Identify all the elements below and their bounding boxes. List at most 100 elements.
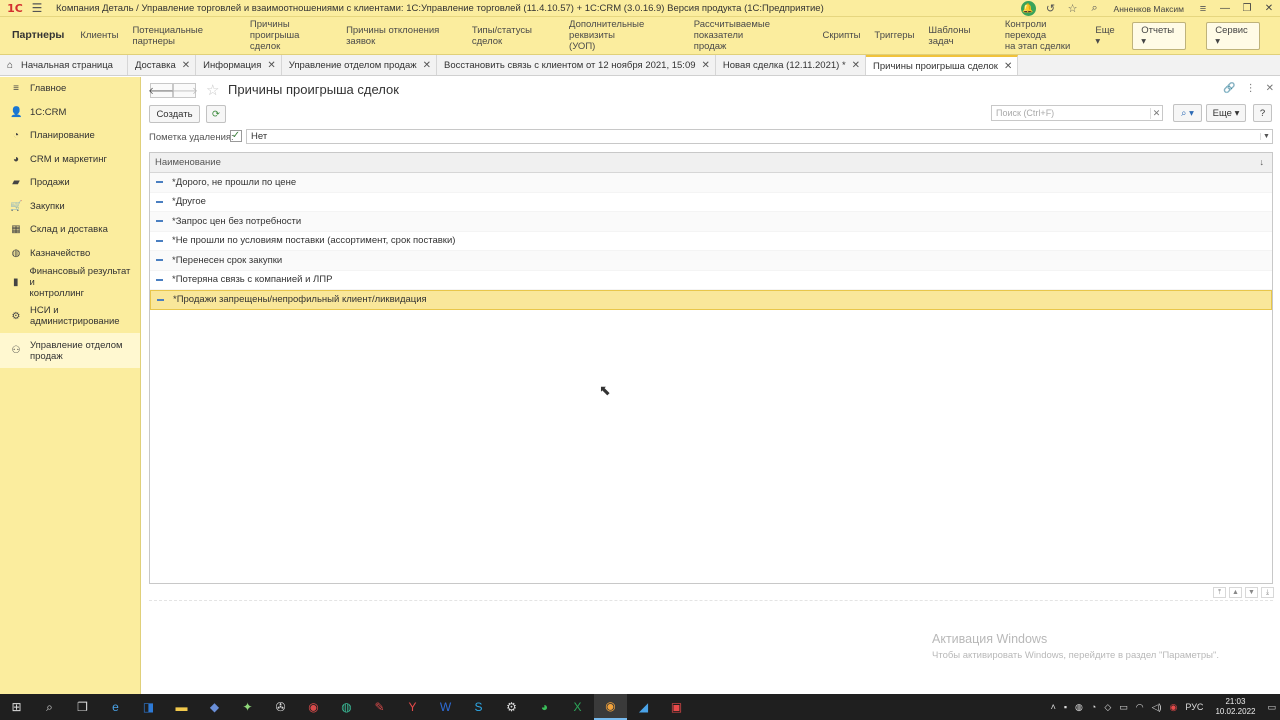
tab-6[interactable]: Причины проигрыша сделок ✕ [866,55,1019,75]
nav-item-2[interactable]: Потенциальные партнеры [125,25,242,47]
back-arrow-icon[interactable]: 🡐 [148,83,175,98]
volume-icon[interactable]: ◁) [1148,702,1166,713]
sidebar-item-6[interactable]: ▦ Склад и доставка [0,218,140,242]
language-indicator[interactable]: РУС [1181,702,1207,712]
sidebar-item-0[interactable]: ≡ Главное [0,77,140,101]
service-button[interactable]: Сервис ▾ [1206,21,1260,50]
nav-item-3[interactable]: Причины проигрыша сделок [243,19,339,52]
close-tab-icon[interactable]: ✕ [702,60,710,71]
deletion-mark-select[interactable]: Нет ▼ [246,129,1273,144]
sidebar-item-4[interactable]: ▰ Продажи [0,171,140,195]
sidebar-item-2[interactable]: ◔ Планирование [0,124,140,148]
notifications-icon[interactable]: ▭ [1263,702,1280,713]
table-row[interactable]: *Запрос цен без потребности [150,212,1272,232]
favorites-star-icon[interactable]: ☆ [1062,0,1084,17]
app-icon-1[interactable]: ◆ [198,694,231,720]
scroll-bottom-icon[interactable]: ⤓ [1261,587,1274,598]
table-row[interactable]: *Перенесен срок закупки [150,251,1272,271]
search-icon[interactable]: ⌕ [1084,0,1106,17]
1c-app-icon[interactable]: ◉ [594,694,627,720]
main-menu-icon[interactable]: ☰ [28,1,46,15]
refresh-icon[interactable]: ⟳ [206,105,226,123]
sidebar-item-10[interactable]: ⚇ Управление отделом продаж [0,333,140,368]
app-icon-9[interactable]: ▣ [660,694,693,720]
scroll-down-icon[interactable]: ▼ [1245,587,1258,598]
close-window-button[interactable]: ✕ [1258,0,1280,17]
tray-chevron-icon[interactable]: ˄ [1047,702,1060,712]
more-button[interactable]: Еще ▾ [1206,104,1246,122]
task-view-icon[interactable]: ❐ [66,694,99,720]
sidebar-item-3[interactable]: ◕ CRM и маркетинг [0,148,140,172]
link-icon[interactable]: 🔗 [1223,83,1235,94]
app-icon-3[interactable]: ✇ [264,694,297,720]
table-row[interactable]: *Другое [150,193,1272,212]
tray-icon-5[interactable]: ◉ [1166,702,1182,713]
sidebar-item-9[interactable]: ⚙ НСИ и администрирование [0,299,140,333]
tab-5[interactable]: Новая сделка (12.11.2021) * ✕ [715,55,867,75]
table-header[interactable]: Наименование ↓ [150,153,1272,173]
sidebar-item-1[interactable]: 👤 1С:CRM [0,101,140,125]
minimize-button[interactable]: — [1214,0,1236,17]
battery-icon[interactable]: ▭ [1115,702,1132,713]
restore-button[interactable]: ❐ [1236,0,1258,17]
word-icon[interactable]: W [429,694,462,720]
current-user[interactable]: Анненков Максим [1114,4,1184,14]
nav-item-6[interactable]: Дополнительные реквизиты (УОП) [562,19,687,52]
tray-icon-2[interactable]: ◍ [1071,702,1087,713]
search-options-button[interactable]: ⌕ ▾ [1173,104,1202,122]
excel-icon[interactable]: X [561,694,594,720]
tray-icon-4[interactable]: ◇ [1100,702,1115,713]
chevron-down-icon[interactable]: ▼ [1260,133,1272,140]
clock[interactable]: 21:03 10.02.2022 [1207,697,1263,717]
settings-menu-icon[interactable]: ≡ [1192,0,1214,17]
nav-item-0[interactable]: Партнеры [0,30,73,41]
deletion-mark-checkbox[interactable]: ✓ [230,130,242,142]
table-row[interactable]: *Потеряна связь с компанией и ЛПР [150,271,1272,290]
history-icon[interactable]: ↺ [1040,0,1062,17]
close-tab-icon[interactable]: ✕ [1004,61,1012,72]
nav-item-10[interactable]: Шаблоны задач [921,25,997,47]
outlook-icon[interactable]: ◨ [132,694,165,720]
app-icon-2[interactable]: ✦ [231,694,264,720]
network-icon[interactable]: ◠ [1132,702,1148,713]
notification-bell-icon[interactable]: 🔔 [1020,1,1036,16]
sort-down-icon[interactable]: ↓ [1260,157,1265,167]
search-taskbar-icon[interactable]: ⌕ [33,694,66,720]
app-icon-4[interactable]: ◉ [297,694,330,720]
settings-taskbar-icon[interactable]: ⚙ [495,694,528,720]
table-row[interactable]: *Не прошли по условиям поставки (ассорти… [150,232,1272,251]
reports-button[interactable]: Отчеты ▾ [1132,21,1187,50]
create-button[interactable]: Создать [149,105,200,123]
nav-item-12[interactable]: Еще ▾ [1088,25,1126,47]
nav-item-8[interactable]: Скрипты [815,30,867,41]
nav-item-9[interactable]: Триггеры [867,30,921,41]
sidebar-item-7[interactable]: ◍ Казначейство [0,242,140,266]
app-icon-5[interactable]: ◍ [330,694,363,720]
close-tab-icon[interactable]: ✕ [267,60,275,71]
scroll-up-icon[interactable]: ▲ [1229,587,1242,598]
tray-icon-3[interactable]: ◔ [1087,702,1100,712]
table-row[interactable]: *Дорого, не прошли по цене [150,173,1272,193]
app-icon-8[interactable]: ◢ [627,694,660,720]
nav-item-5[interactable]: Типы/статусы сделок [465,25,562,47]
table-row[interactable]: *Продажи запрещены/непрофильный клиент/л… [150,290,1272,310]
sidebar-item-5[interactable]: 🛒 Закупки [0,195,140,219]
close-tab-icon[interactable]: ✕ [852,60,860,71]
tab-3[interactable]: Управление отделом продаж ✕ [281,55,437,75]
tab-2[interactable]: Информация ✕ [196,55,282,75]
nav-item-1[interactable]: Клиенты [73,30,125,41]
favorite-star-icon[interactable]: ☆ [206,81,219,99]
yandex-icon[interactable]: Y [396,694,429,720]
close-tab-icon[interactable]: ✕ [182,60,190,71]
close-form-icon[interactable]: ✕ [1266,83,1274,94]
app-icon-6[interactable]: ✎ [363,694,396,720]
start-icon[interactable]: ⊞ [0,694,33,720]
more-vertical-icon[interactable]: ⋮ [1246,83,1256,94]
column-name-header[interactable]: Наименование [155,157,221,168]
nav-item-4[interactable]: Причины отклонения заявок [339,25,465,47]
search-input[interactable]: Поиск (Ctrl+F) ✕ [991,105,1163,121]
tab-0[interactable]: ⌂ Начальная страница [0,55,128,75]
explorer-icon[interactable]: ▬ [165,694,198,720]
app-icon-7[interactable]: ◕ [528,694,561,720]
tab-1[interactable]: Доставка ✕ [127,55,197,75]
